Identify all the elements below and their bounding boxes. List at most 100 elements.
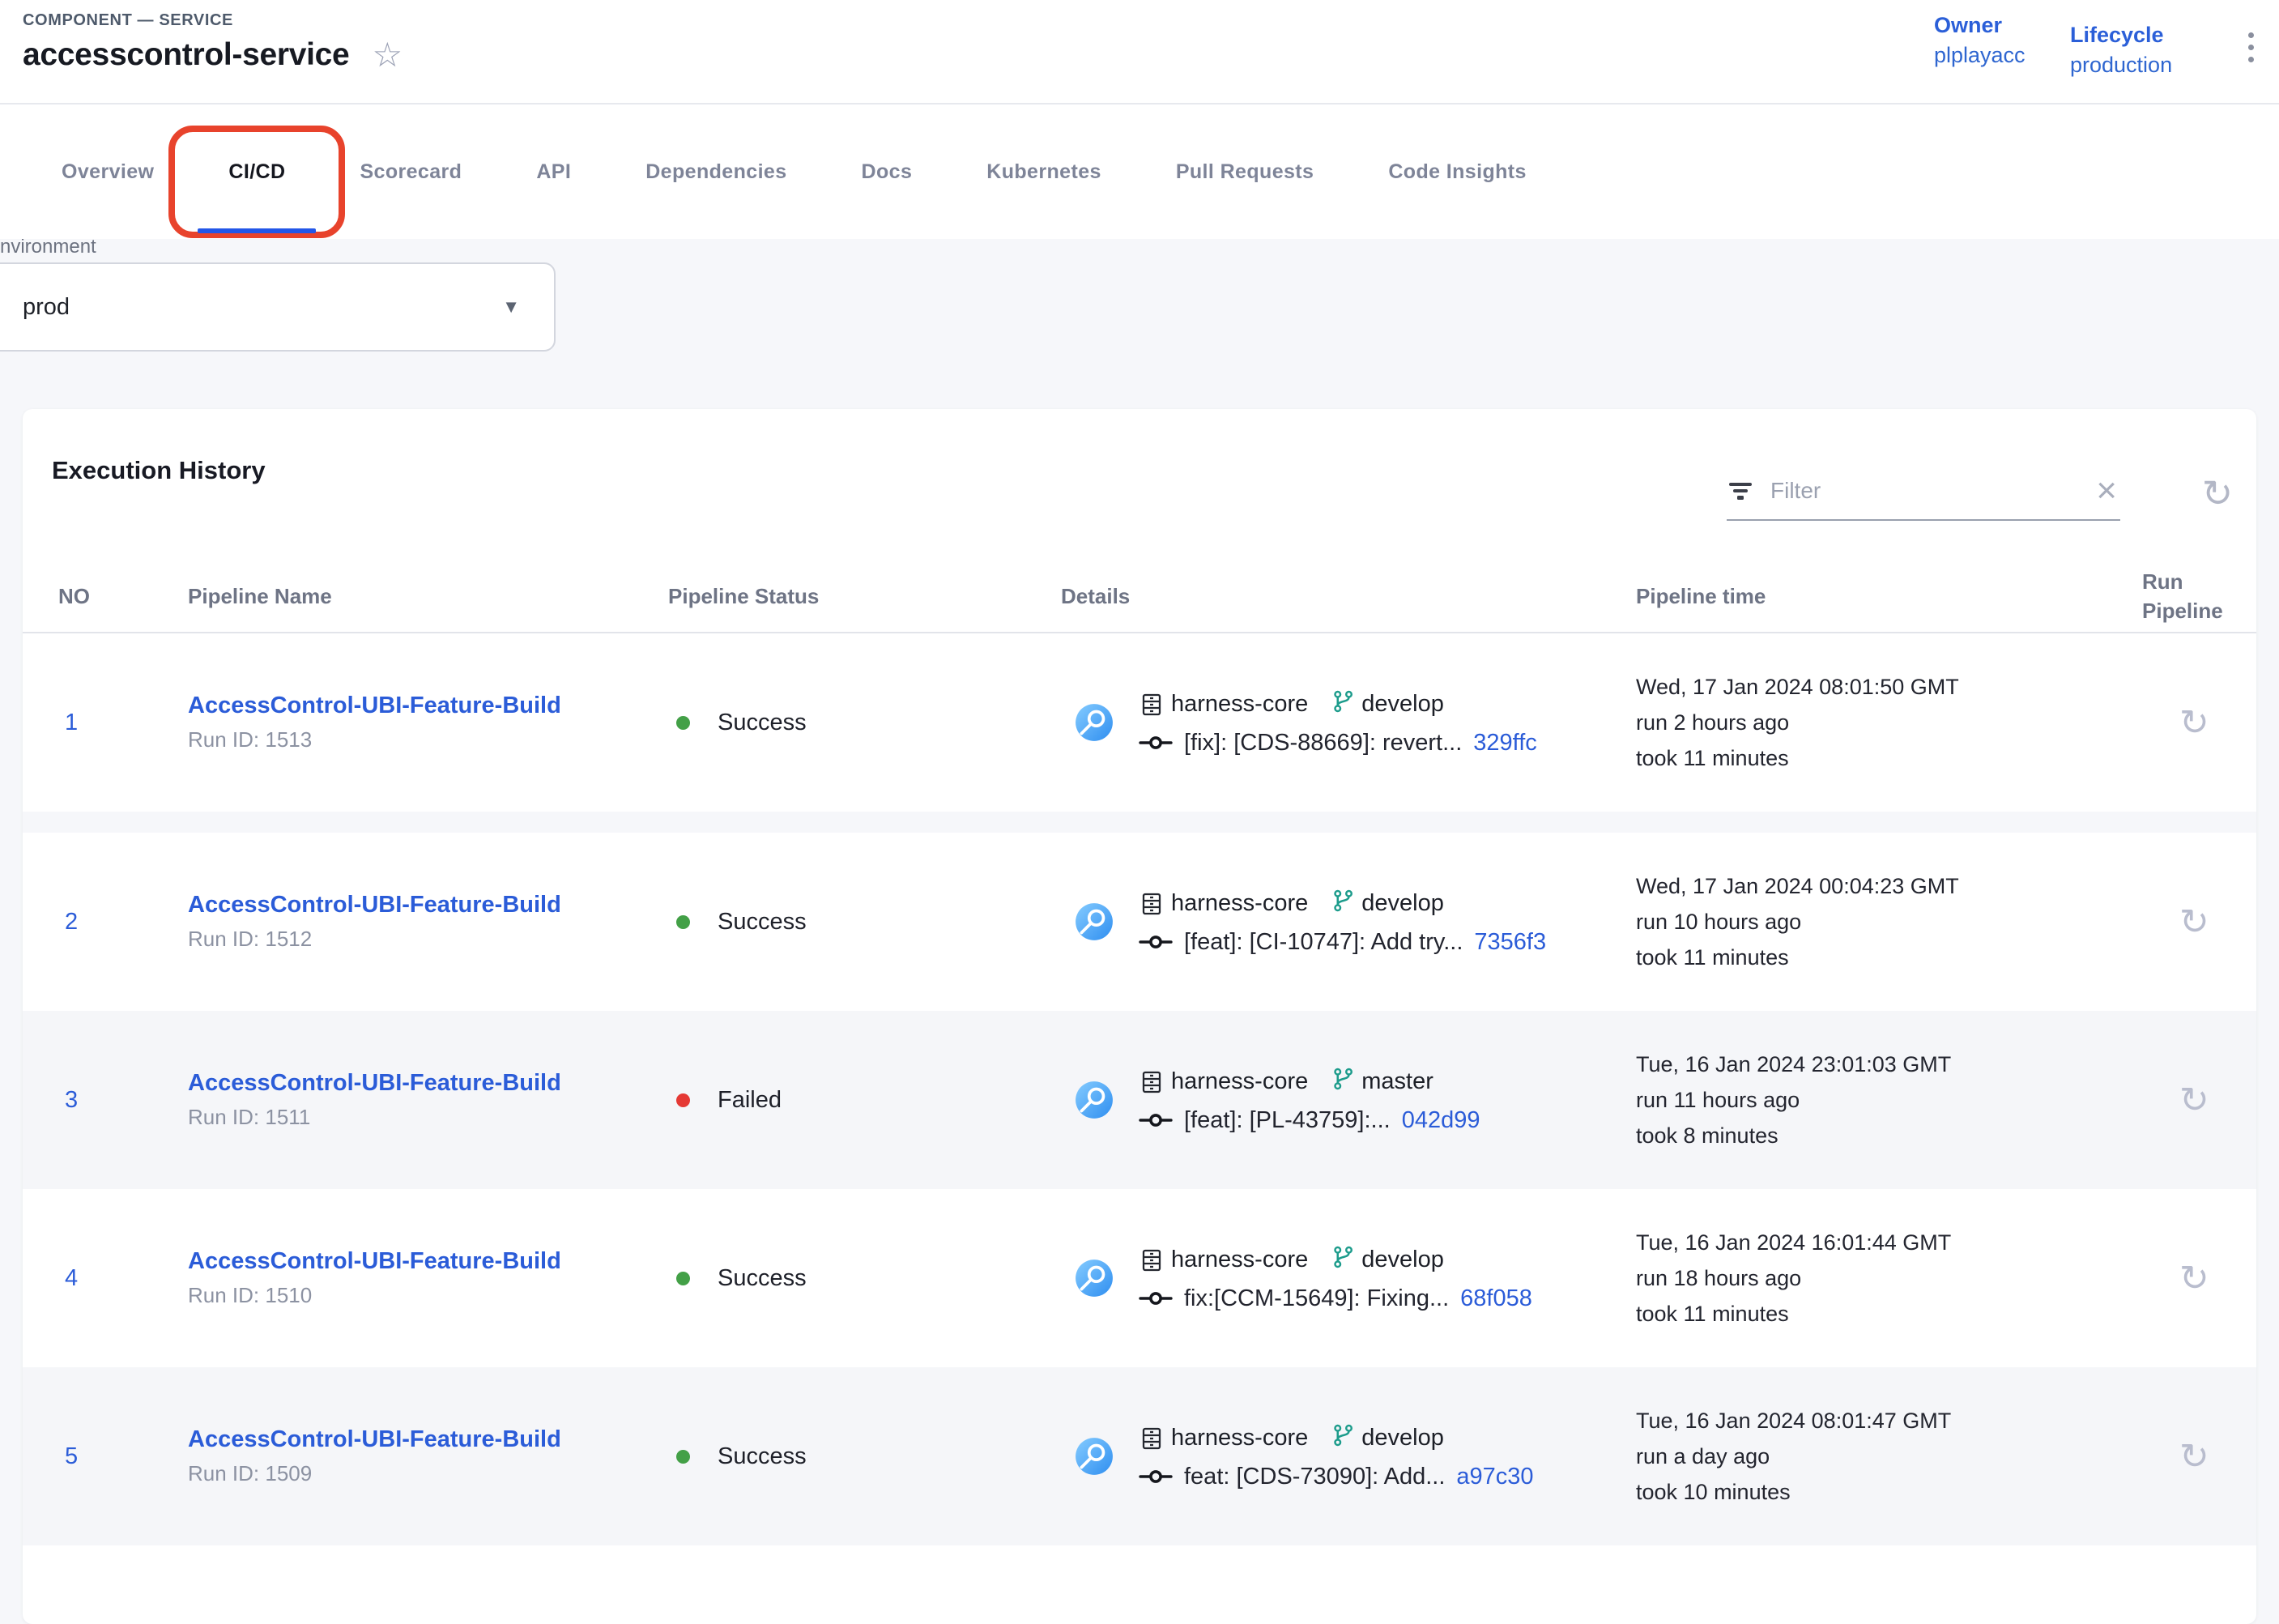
column-header-pipeline-time: Pipeline time (1636, 582, 2142, 611)
tab-label: Kubernetes (986, 160, 1101, 184)
column-header-pipeline-name: Pipeline Name (188, 582, 668, 611)
tab-ci-cd[interactable]: CI/CD (191, 104, 322, 239)
chevron-down-icon: ▼ (502, 296, 520, 318)
run-id: Run ID: 1513 (188, 727, 668, 752)
tab-api[interactable]: API (499, 104, 608, 239)
row-number: 3 (23, 1087, 78, 1113)
pipeline-name-link[interactable]: AccessControl-UBI-Feature-Build (188, 693, 668, 719)
tab-label: Code Insights (1388, 160, 1526, 184)
ci-module-icon[interactable] (1074, 902, 1114, 942)
favorite-star-icon[interactable]: ☆ (372, 39, 403, 71)
details-lines: harness-core develop (1139, 1423, 1534, 1490)
status-dot (676, 915, 690, 929)
pipeline-time-gmt: Tue, 16 Jan 2024 08:01:47 GMT (1636, 1407, 2142, 1435)
ci-module-icon[interactable] (1074, 1436, 1114, 1477)
clear-filter-icon[interactable]: × (2093, 479, 2120, 503)
repo-name: harness-core (1171, 890, 1308, 917)
repo-name: harness-core (1171, 691, 1308, 718)
ci-module-icon[interactable] (1074, 1080, 1114, 1120)
environment-selected-value: prod (0, 294, 70, 321)
pipeline-name-link[interactable]: AccessControl-UBI-Feature-Build (188, 1248, 668, 1275)
rerun-pipeline-icon[interactable]: ↺ (2179, 1258, 2209, 1299)
git-commit-icon (1139, 1288, 1173, 1309)
environment-select[interactable]: prod ▼ (0, 262, 556, 352)
status-label: Success (718, 909, 807, 936)
table-row: 4 AccessControl-UBI-Feature-Build Run ID… (23, 1189, 2256, 1367)
owner-label: Owner (1934, 13, 2026, 38)
card-title: Execution History (52, 456, 266, 485)
tab-dependencies[interactable]: Dependencies (608, 104, 824, 239)
details-lines: harness-core develop (1139, 889, 1546, 956)
pipeline-time-ago: run 10 hours ago (1636, 908, 2142, 936)
branch-name: develop (1361, 890, 1444, 917)
commit-hash-link[interactable]: 329ffc (1473, 730, 1536, 757)
run-id: Run ID: 1510 (188, 1283, 668, 1308)
row-gap (23, 812, 2256, 833)
commit-message: feat: [CDS-73090]: Add... (1184, 1464, 1445, 1490)
pipeline-time-ago: run 18 hours ago (1636, 1264, 2142, 1293)
filter-icon (1727, 479, 1754, 503)
git-commit-icon (1139, 1466, 1173, 1487)
column-header-details: Details (1061, 582, 1636, 611)
rerun-pipeline-icon[interactable]: ↺ (2179, 702, 2209, 744)
git-commit-icon (1139, 931, 1173, 953)
commit-hash-link[interactable]: 7356f3 (1474, 929, 1546, 956)
repository-icon (1139, 1069, 1165, 1095)
tab-label: Dependencies (645, 160, 786, 184)
pipeline-name-link[interactable]: AccessControl-UBI-Feature-Build (188, 1426, 668, 1453)
pipeline-time-took: took 8 minutes (1636, 1122, 2142, 1150)
owner-link[interactable]: plplayacc (1934, 43, 2026, 68)
tab-bar: Overview CI/CD Scorecard API Dependencies Doc… (0, 104, 2279, 239)
table-body: 1 AccessControl-UBI-Feature-Build Run ID… (23, 633, 2256, 1624)
row-number: 2 (23, 909, 78, 935)
repository-icon (1139, 891, 1165, 917)
pipeline-time-ago: run a day ago (1636, 1443, 2142, 1471)
repo-name: harness-core (1171, 1247, 1308, 1273)
git-commit-icon (1139, 1110, 1173, 1131)
tab-pull-requests[interactable]: Pull Requests (1139, 104, 1352, 239)
ci-module-icon[interactable] (1074, 1258, 1114, 1298)
rerun-pipeline-icon[interactable]: ↺ (2179, 902, 2209, 943)
column-header-pipeline-status: Pipeline Status (668, 582, 1061, 611)
tab-code-insights[interactable]: Code Insights (1351, 104, 1563, 239)
table-row: 5 AccessControl-UBI-Feature-Build Run ID… (23, 1367, 2256, 1545)
breadcrumb: COMPONENT — SERVICE (23, 11, 233, 30)
repository-icon (1139, 1247, 1165, 1273)
tab-label: Scorecard (360, 160, 462, 184)
status-dot (676, 716, 690, 730)
commit-hash-link[interactable]: 042d99 (1402, 1107, 1480, 1134)
tab-label: Docs (862, 160, 913, 184)
commit-hash-link[interactable]: 68f058 (1460, 1285, 1532, 1312)
status-label: Failed (718, 1087, 782, 1114)
tab-kubernetes[interactable]: Kubernetes (949, 104, 1139, 239)
pipeline-name-link[interactable]: AccessControl-UBI-Feature-Build (188, 892, 668, 919)
pipeline-time-gmt: Wed, 17 Jan 2024 00:04:23 GMT (1636, 872, 2142, 901)
pipeline-time-gmt: Tue, 16 Jan 2024 23:01:03 GMT (1636, 1051, 2142, 1079)
table-header: NO Pipeline Name Pipeline Status Details… (23, 561, 2256, 633)
table-row: 1 AccessControl-UBI-Feature-Build Run ID… (23, 633, 2256, 812)
refresh-icon[interactable]: ↺ (2196, 472, 2239, 514)
commit-message: [feat]: [CI-10747]: Add try... (1184, 929, 1463, 956)
column-header-run-pipeline: Run Pipeline (2142, 567, 2247, 625)
ci-module-icon[interactable] (1074, 702, 1114, 743)
rerun-pipeline-icon[interactable]: ↺ (2179, 1436, 2209, 1477)
filter-input[interactable] (1769, 477, 2078, 505)
pipeline-name-link[interactable]: AccessControl-UBI-Feature-Build (188, 1070, 668, 1097)
tab-scorecard[interactable]: Scorecard (322, 104, 499, 239)
commit-message: [feat]: [PL-43759]:... (1184, 1107, 1391, 1134)
git-branch-icon (1331, 1423, 1355, 1454)
tab-label: CI/CD (228, 160, 285, 184)
table-row: 2 AccessControl-UBI-Feature-Build Run ID… (23, 833, 2256, 1011)
status-label: Success (718, 1265, 807, 1292)
commit-hash-link[interactable]: a97c30 (1456, 1464, 1533, 1490)
cicd-content: nvironment prod ▼ Execution History × ↺ … (0, 241, 2279, 1510)
tab-overview[interactable]: Overview (24, 104, 191, 239)
rerun-pipeline-icon[interactable]: ↺ (2179, 1080, 2209, 1121)
tab-docs[interactable]: Docs (824, 104, 950, 239)
branch-name: develop (1361, 691, 1444, 718)
more-options-kebab-icon[interactable] (2248, 32, 2254, 62)
status-dot (676, 1272, 690, 1285)
pipeline-time-gmt: Wed, 17 Jan 2024 08:01:50 GMT (1636, 673, 2142, 701)
git-branch-icon (1331, 889, 1355, 919)
status-dot (676, 1450, 690, 1464)
